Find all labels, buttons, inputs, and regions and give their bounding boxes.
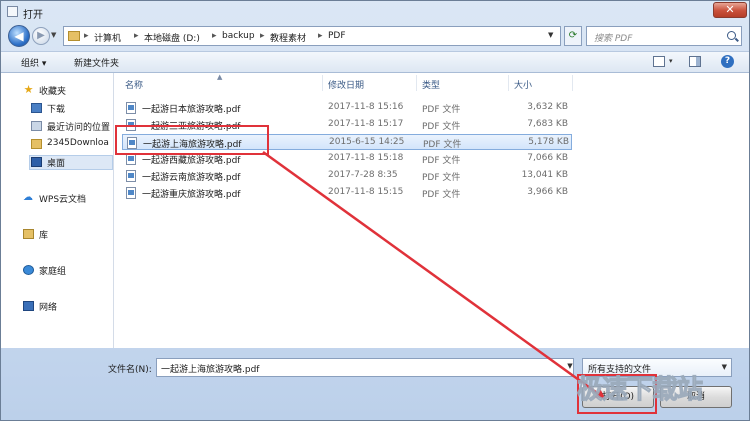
annotation-arrow	[262, 150, 606, 400]
watermark-logo: 极速下载站	[576, 375, 703, 406]
